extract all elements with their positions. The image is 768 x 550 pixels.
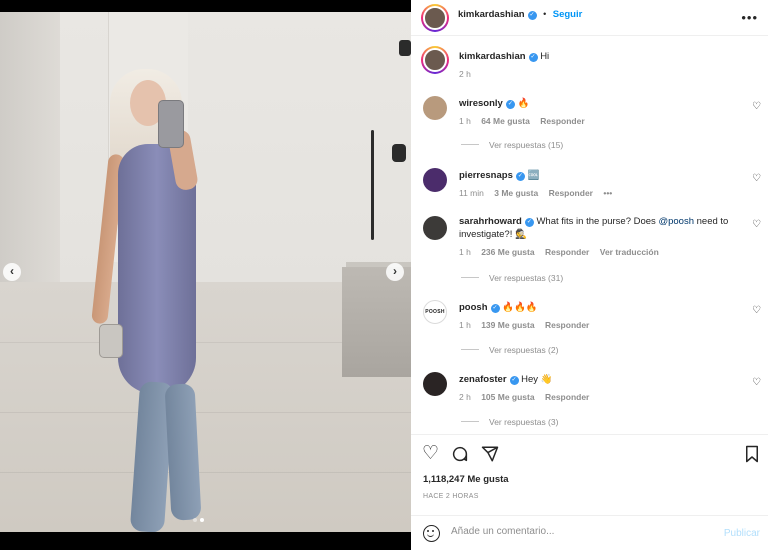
verified-icon: ✓ — [490, 304, 500, 313]
comment-meta: 1 h 236 Me gusta Responder Ver traducció… — [459, 246, 744, 259]
figure-phone — [158, 100, 184, 148]
share-icon[interactable] — [481, 445, 499, 467]
post-header: kimkardashian ✓ • Seguir ••• — [411, 0, 768, 36]
reply-button[interactable]: Responder — [545, 320, 589, 330]
photo-tub — [342, 267, 411, 377]
caption-username[interactable]: kimkardashian — [459, 51, 526, 62]
commenter-avatar[interactable] — [423, 372, 447, 396]
emoji-icon[interactable] — [423, 525, 440, 542]
caption-text: Hi — [540, 51, 550, 62]
comment-username[interactable]: sarahrhoward — [459, 216, 522, 227]
photo-shower-pipe — [371, 130, 374, 240]
caption-meta: 2 h — [459, 68, 744, 81]
comment-text: Hey 👋 — [521, 374, 553, 385]
verified-icon: ✓ — [527, 11, 537, 20]
comment-mention[interactable]: @poosh — [658, 216, 694, 227]
comment-time: 1 h — [459, 247, 471, 257]
add-comment-bar: Publicar — [411, 515, 768, 550]
commenter-avatar[interactable]: POOSH — [423, 300, 447, 324]
view-replies[interactable]: Ver respuestas (3) — [461, 417, 558, 427]
comment-likes[interactable]: 3 Me gusta — [494, 188, 538, 198]
comment-time: 11 min — [459, 188, 484, 198]
verified-icon: ✓ — [509, 376, 519, 385]
heart-icon[interactable]: ♡ — [752, 305, 761, 316]
post-actions: ♡ — [411, 434, 768, 474]
verified-icon: ✓ — [515, 172, 525, 181]
reply-button[interactable]: Responder — [545, 392, 589, 402]
caption-time: 2 h — [459, 69, 471, 79]
heart-icon[interactable]: ♡ — [752, 377, 761, 388]
comment-time: 2 h — [459, 392, 471, 402]
bookmark-icon[interactable] — [744, 445, 760, 467]
verified-icon: ✓ — [505, 100, 515, 109]
comment-body: sarahrhoward ✓ What fits in the purse? Do… — [459, 215, 744, 259]
like-count[interactable]: 1,118,247 Me gusta — [423, 474, 509, 485]
carousel-dots — [193, 518, 204, 522]
translate-button[interactable]: Ver traducción — [600, 247, 659, 257]
commenter-avatar[interactable] — [423, 168, 447, 192]
post-panel: kimkardashian ✓ • Seguir ••• kimkardashia… — [411, 0, 768, 550]
caption-body: kimkardashian ✓ Hi 2 h — [459, 50, 744, 81]
comment-username[interactable]: zenafoster — [459, 374, 507, 385]
post-media: ‹ › — [0, 0, 411, 550]
publish-button[interactable]: Publicar — [724, 528, 760, 539]
carousel-dot-active — [200, 518, 204, 522]
comment-time: 1 h — [459, 116, 471, 126]
post-photo — [0, 12, 411, 532]
photo-shower-head — [399, 40, 411, 56]
carousel-dot — [193, 518, 197, 522]
carousel-prev-button[interactable]: ‹ — [3, 263, 21, 281]
reply-button[interactable]: Responder — [549, 188, 593, 198]
comment-likes[interactable]: 64 Me gusta — [481, 116, 530, 126]
comment-username[interactable]: pierresnaps — [459, 170, 513, 181]
more-icon[interactable]: ••• — [741, 10, 758, 25]
reply-button[interactable]: Responder — [540, 116, 584, 126]
heart-icon[interactable]: ♡ — [752, 173, 761, 184]
author-username[interactable]: kimkardashian — [458, 9, 525, 20]
comment-body: wiresonly ✓ 🔥 1 h 64 Me gusta Responder — [459, 97, 744, 128]
comment-body: poosh ✓ 🔥🔥🔥 1 h 139 Me gusta Responder — [459, 301, 744, 332]
comment-text: 🆒 — [527, 170, 540, 181]
commenter-avatar[interactable] — [423, 96, 447, 120]
comment-username[interactable]: wiresonly — [459, 98, 503, 109]
author-line: kimkardashian ✓ • Seguir — [458, 9, 582, 20]
comment-username[interactable]: poosh — [459, 302, 488, 313]
comment-meta: 11 min 3 Me gusta Responder ••• — [459, 187, 744, 200]
view-replies[interactable]: Ver respuestas (31) — [461, 273, 563, 283]
floor-seam — [0, 472, 411, 473]
comment-icon[interactable] — [451, 445, 469, 467]
author-avatar[interactable] — [421, 4, 449, 32]
comment-meta: 2 h 105 Me gusta Responder — [459, 391, 744, 404]
author-avatar[interactable] — [421, 46, 449, 74]
comment-text: 🔥 — [517, 98, 530, 109]
comment-likes[interactable]: 236 Me gusta — [481, 247, 534, 257]
comment-body: pierresnaps ✓ 🆒 11 min 3 Me gusta Respond… — [459, 169, 744, 200]
view-replies[interactable]: Ver respuestas (15) — [461, 140, 563, 150]
verified-icon: ✓ — [528, 53, 538, 62]
post-timestamp: HACE 2 HORAS — [423, 493, 479, 500]
comment-more-icon[interactable]: ••• — [603, 188, 612, 198]
comment-body: zenafoster ✓ Hey 👋 2 h 105 Me gusta Respo… — [459, 373, 744, 404]
comment-meta: 1 h 139 Me gusta Responder — [459, 319, 744, 332]
verified-icon: ✓ — [524, 218, 534, 227]
commenter-avatar[interactable] — [423, 216, 447, 240]
floor-seam — [0, 412, 411, 413]
comment-meta: 1 h 64 Me gusta Responder — [459, 115, 744, 128]
comment-time: 1 h — [459, 320, 471, 330]
reply-button[interactable]: Responder — [545, 247, 589, 257]
comment-text: 🔥🔥🔥 — [502, 302, 538, 313]
photo-shower-knob — [392, 144, 406, 162]
separator-dot: • — [543, 9, 547, 19]
heart-icon[interactable]: ♡ — [752, 219, 761, 230]
view-replies[interactable]: Ver respuestas (2) — [461, 345, 558, 355]
follow-button[interactable]: Seguir — [553, 9, 583, 20]
heart-icon[interactable]: ♡ — [752, 101, 761, 112]
heart-icon[interactable]: ♡ — [422, 444, 439, 463]
comment-likes[interactable]: 139 Me gusta — [481, 320, 534, 330]
comment-likes[interactable]: 105 Me gusta — [481, 392, 534, 402]
comment-input[interactable] — [451, 526, 681, 537]
carousel-next-button[interactable]: › — [386, 263, 404, 281]
comment-text: What fits in the purse? Does — [536, 216, 659, 227]
figure-bag — [99, 324, 123, 358]
